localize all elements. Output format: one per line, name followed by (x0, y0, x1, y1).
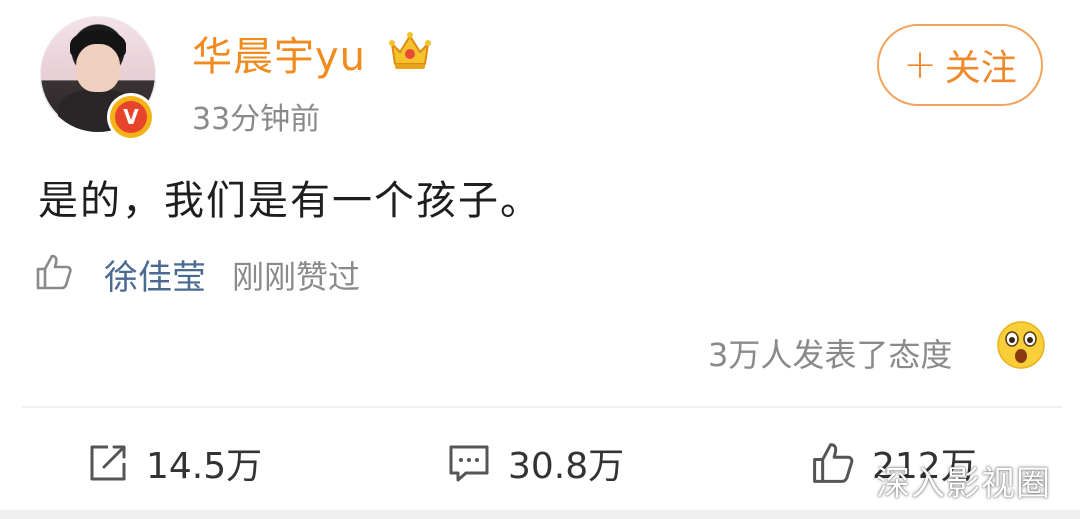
post-time: 33分钟前 (192, 102, 321, 137)
surprised-emoji-icon[interactable] (996, 320, 1046, 370)
plus-icon: + (903, 42, 937, 88)
thumbs-up-icon (36, 254, 72, 290)
follow-button[interactable]: + 关注 (877, 24, 1043, 106)
thumbs-up-icon (813, 443, 854, 483)
follow-label: 关注 (944, 48, 1017, 89)
watermark: 深入影视圈 (876, 464, 1051, 504)
repost-icon (90, 445, 126, 481)
username[interactable]: 华晨宇yu (192, 24, 366, 82)
verified-badge-letter: V (115, 101, 147, 133)
liked-user-link[interactable]: 徐佳莹 (104, 250, 206, 299)
post-text: 是的，我们是有一个孩子。 (38, 178, 542, 224)
repost-button[interactable]: 14.5万 (86, 438, 262, 488)
verified-badge-icon: V (110, 96, 152, 138)
reactions-summary[interactable]: 3万人发表了态度 (708, 330, 952, 376)
liked-status-text: 刚刚赞过 (232, 258, 361, 296)
divider (22, 406, 1062, 408)
comment-button[interactable]: 30.8万 (446, 438, 624, 488)
crown-icon (389, 32, 431, 69)
comment-count: 30.8万 (508, 446, 625, 487)
avatar-face (76, 44, 120, 92)
bottom-bar (0, 510, 1080, 519)
repost-count: 14.5万 (146, 446, 263, 487)
comment-icon (449, 445, 489, 482)
